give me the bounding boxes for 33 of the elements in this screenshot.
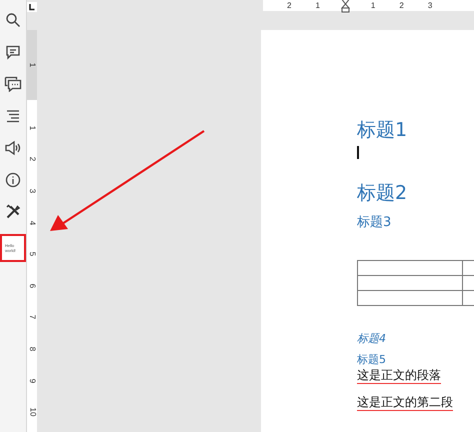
speech-bubble-icon [5, 44, 21, 60]
text-lines-icon [5, 108, 21, 124]
heading: 标题3 [357, 214, 392, 232]
ruler-number: 3 [28, 188, 36, 194]
ruler-number: 1 [28, 62, 36, 68]
ruler-number: 2 [287, 2, 292, 10]
ruler-number: 1 [370, 2, 376, 10]
heading: 标题2 [357, 181, 408, 205]
heading: 标题4 [357, 332, 387, 346]
ruler-number: 7 [28, 315, 36, 320]
ruler-number: 1 [28, 126, 36, 130]
ruler-number: 10 [28, 408, 36, 417]
ruler-number: 9 [28, 378, 36, 383]
paragraph: 这是正文的段落 [357, 367, 441, 384]
ruler-number: 4 [28, 220, 36, 225]
ruler-number: 8 [28, 346, 36, 352]
ruler-number: 5 [28, 252, 36, 256]
ruler-number: 2 [28, 157, 36, 162]
ruler-number: 3 [428, 2, 432, 10]
chat-bubbles-icon [4, 76, 22, 92]
indent-marker-icon[interactable] [340, 0, 350, 12]
tab-stop-icon[interactable] [27, 2, 37, 12]
heading: 标题1 [357, 118, 408, 142]
info-icon [5, 172, 21, 188]
tools-icon [5, 204, 21, 220]
heading: 标题5 [357, 353, 387, 367]
text-cursor [357, 146, 359, 159]
ruler-number: 6 [28, 284, 36, 288]
paragraph: 这是正文的第二段 [357, 394, 453, 411]
ruler-number: 2 [399, 2, 404, 10]
ruler-number: 1 [315, 2, 320, 10]
megaphone-icon [4, 140, 22, 156]
search-icon [5, 12, 21, 28]
